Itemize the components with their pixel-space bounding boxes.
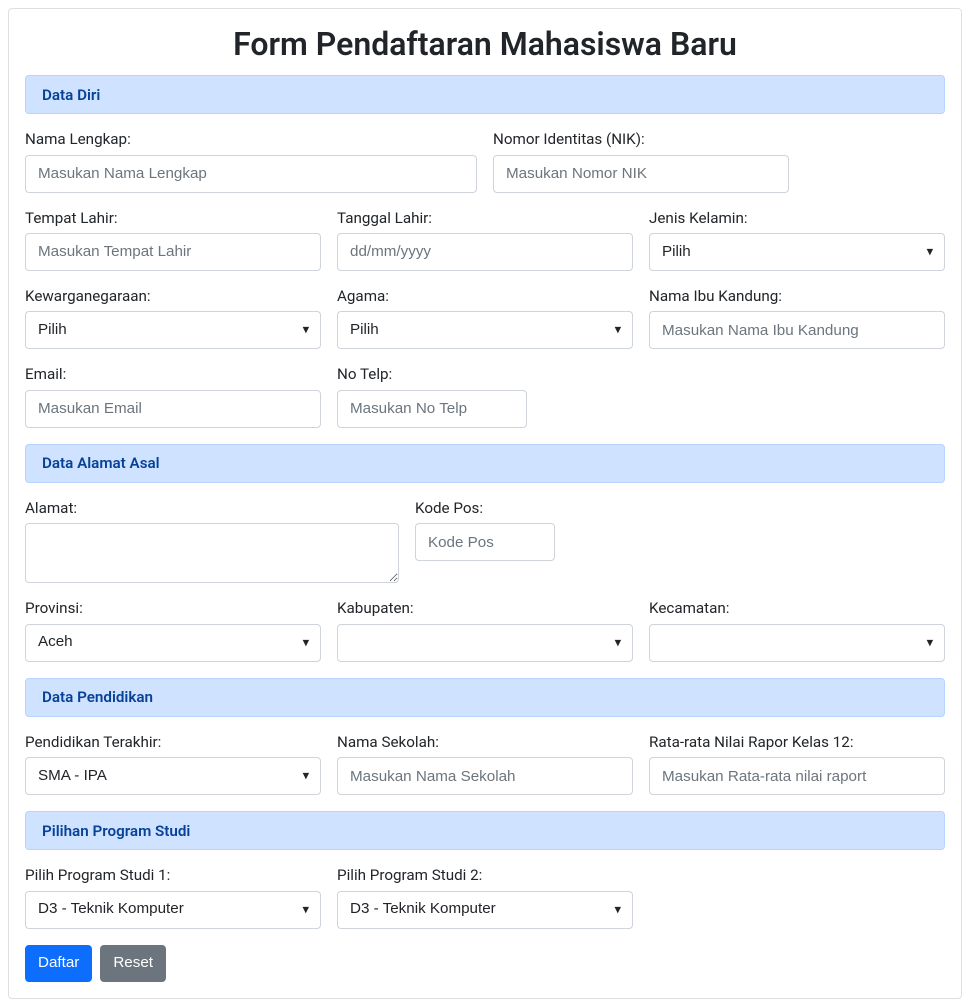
registration-form-card: Form Pendaftaran Mahasiswa Baru Data Dir… (8, 8, 962, 999)
kabupaten-label: Kabupaten: (337, 599, 633, 617)
nama-ibu-label: Nama Ibu Kandung: (649, 287, 945, 305)
alamat-label: Alamat: (25, 499, 399, 517)
nama-ibu-input[interactable] (649, 311, 945, 349)
page-title: Form Pendaftaran Mahasiswa Baru (25, 25, 945, 63)
kecamatan-select[interactable] (649, 624, 945, 662)
submit-button[interactable]: Daftar (25, 945, 92, 982)
section-heading-alamat: Data Alamat Asal (25, 444, 945, 483)
kecamatan-label: Kecamatan: (649, 599, 945, 617)
rapor-label: Rata-rata Nilai Rapor Kelas 12: (649, 733, 945, 751)
agama-select[interactable]: Pilih (337, 311, 633, 349)
pendidikan-terakhir-select[interactable]: SMA - IPA (25, 757, 321, 795)
telp-input[interactable] (337, 390, 527, 428)
agama-label: Agama: (337, 287, 633, 305)
kodepos-input[interactable] (415, 523, 555, 561)
nama-sekolah-label: Nama Sekolah: (337, 733, 633, 751)
section-heading-pendidikan: Data Pendidikan (25, 678, 945, 717)
prodi2-select[interactable]: D3 - Teknik Komputer (337, 891, 633, 929)
tanggal-lahir-input[interactable] (337, 233, 633, 271)
kewarganegaraan-label: Kewarganegaraan: (25, 287, 321, 305)
email-input[interactable] (25, 390, 321, 428)
jenis-kelamin-label: Jenis Kelamin: (649, 209, 945, 227)
provinsi-select[interactable]: Aceh (25, 624, 321, 662)
nik-input[interactable] (493, 155, 789, 193)
prodi2-label: Pilih Program Studi 2: (337, 866, 633, 884)
alamat-textarea[interactable] (25, 523, 399, 583)
section-heading-prodi: Pilihan Program Studi (25, 811, 945, 850)
jenis-kelamin-select[interactable]: Pilih (649, 233, 945, 271)
kabupaten-select[interactable] (337, 624, 633, 662)
prodi1-label: Pilih Program Studi 1: (25, 866, 321, 884)
prodi1-select[interactable]: D3 - Teknik Komputer (25, 891, 321, 929)
nama-lengkap-label: Nama Lengkap: (25, 130, 477, 148)
email-label: Email: (25, 365, 321, 383)
tempat-lahir-label: Tempat Lahir: (25, 209, 321, 227)
nama-lengkap-input[interactable] (25, 155, 477, 193)
kewarganegaraan-select[interactable]: Pilih (25, 311, 321, 349)
kodepos-label: Kode Pos: (415, 499, 555, 517)
tempat-lahir-input[interactable] (25, 233, 321, 271)
nama-sekolah-input[interactable] (337, 757, 633, 795)
tanggal-lahir-label: Tanggal Lahir: (337, 209, 633, 227)
rapor-input[interactable] (649, 757, 945, 795)
section-heading-data-diri: Data Diri (25, 75, 945, 114)
reset-button[interactable]: Reset (100, 945, 166, 982)
pendidikan-terakhir-label: Pendidikan Terakhir: (25, 733, 321, 751)
provinsi-label: Provinsi: (25, 599, 321, 617)
telp-label: No Telp: (337, 365, 527, 383)
nik-label: Nomor Identitas (NIK): (493, 130, 789, 148)
